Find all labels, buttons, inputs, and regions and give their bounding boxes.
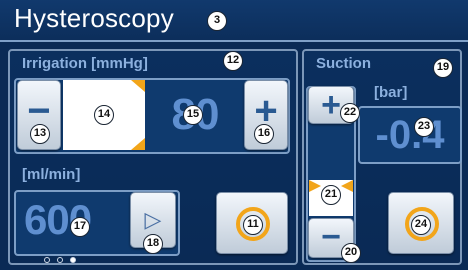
callout-17: 17 <box>70 217 90 237</box>
title-bar: Hysteroscopy <box>0 0 468 42</box>
callout-20: 20 <box>341 243 361 263</box>
callout-3: 3 <box>207 11 227 31</box>
suction-value: -0.4 <box>375 113 445 157</box>
callout-18: 18 <box>143 234 163 254</box>
callout-19: 19 <box>433 58 453 78</box>
suction-unit-label: [bar] <box>374 84 408 101</box>
callout-21: 21 <box>321 185 341 205</box>
callout-24: 24 <box>411 215 431 235</box>
callout-15: 15 <box>183 105 203 125</box>
callout-12: 12 <box>223 51 243 71</box>
page-dot <box>57 257 63 263</box>
page-title: Hysteroscopy <box>14 3 174 33</box>
callout-23: 23 <box>414 117 434 137</box>
callout-22: 22 <box>340 103 360 123</box>
callout-13: 13 <box>30 124 50 144</box>
callout-16: 16 <box>254 124 274 144</box>
suction-label: Suction <box>316 55 371 72</box>
flow-unit-label: [ml/min] <box>22 166 81 183</box>
callout-11: 11 <box>243 215 263 235</box>
page-dot <box>44 257 50 263</box>
callout-14: 14 <box>94 105 114 125</box>
page-dot-active <box>70 257 76 263</box>
irrigation-label: Irrigation [mmHg] <box>22 55 148 72</box>
page-indicator <box>44 250 114 263</box>
